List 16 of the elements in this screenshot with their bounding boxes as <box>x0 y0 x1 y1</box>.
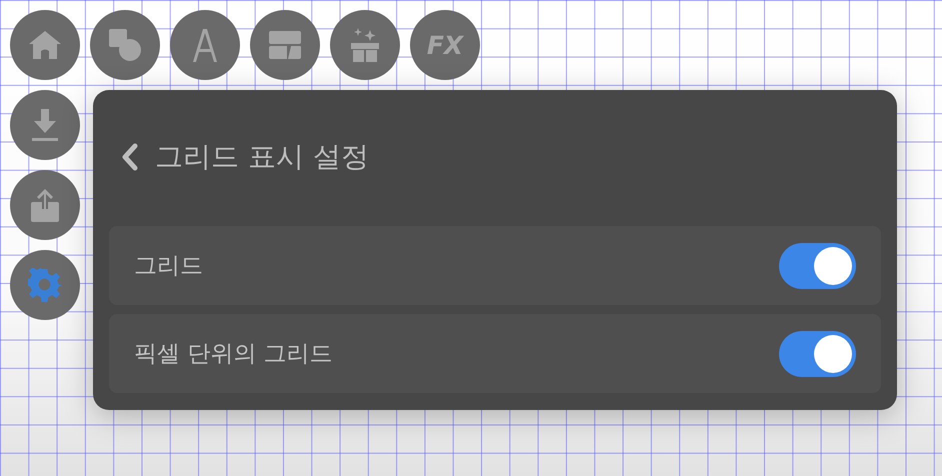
layout-icon <box>268 30 302 60</box>
back-chevron-icon[interactable] <box>121 143 139 171</box>
fx-button[interactable]: FX <box>410 10 480 80</box>
panel-title: 그리드 표시 설정 <box>155 139 369 175</box>
gift-icon <box>348 27 382 63</box>
shapes-icon <box>108 28 142 62</box>
setting-label: 그리드 <box>134 252 203 281</box>
toggle-switch[interactable] <box>779 330 856 376</box>
gear-icon <box>28 268 62 302</box>
share-icon <box>31 188 59 222</box>
letter-a-icon <box>193 28 217 62</box>
home-icon <box>28 30 62 60</box>
download-icon <box>31 109 59 141</box>
setting-label: 픽셀 단위의 그리드 <box>134 340 333 369</box>
toggle-switch[interactable] <box>779 242 856 288</box>
fx-label: FX <box>426 30 464 60</box>
